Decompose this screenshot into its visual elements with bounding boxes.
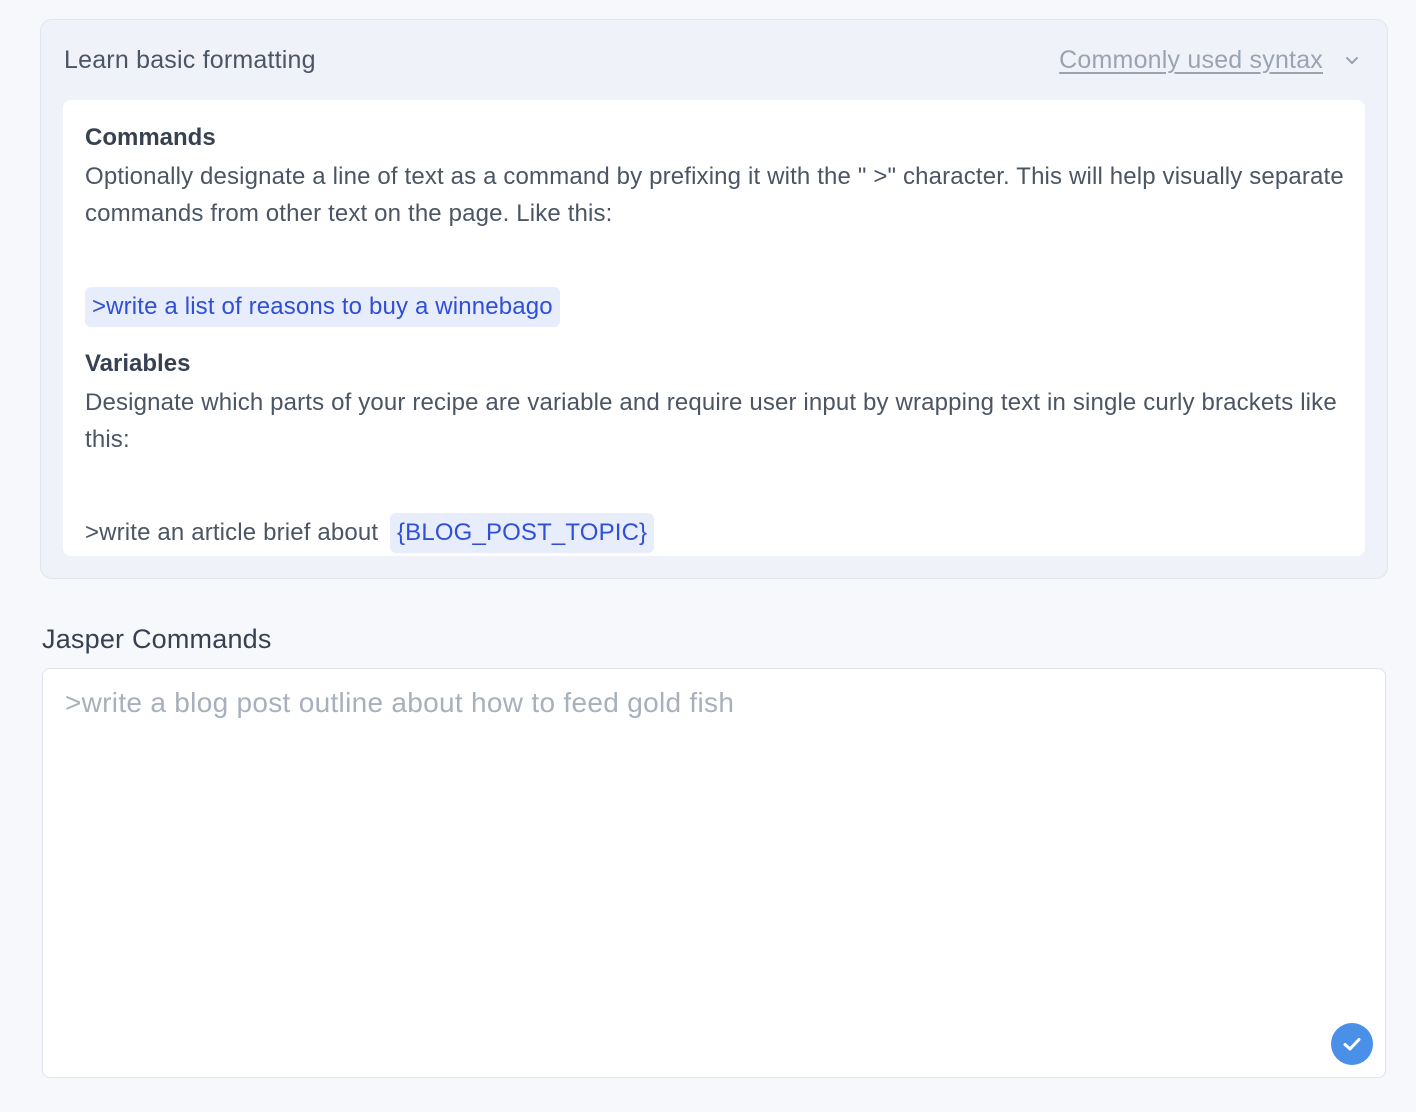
- jasper-commands-input[interactable]: [43, 669, 1385, 1077]
- variables-heading: Variables: [85, 350, 191, 377]
- formatting-panel-title: Learn basic formatting: [64, 46, 316, 74]
- formatting-help-panel: Learn basic formatting Commonly used syn…: [40, 19, 1388, 579]
- commonly-used-syntax-link[interactable]: Commonly used syntax: [1059, 46, 1323, 75]
- variable-example-chip: {BLOG_POST_TOPIC}: [390, 513, 655, 553]
- commands-heading: Commands: [85, 124, 216, 151]
- jasper-commands-box: [42, 668, 1386, 1078]
- variables-example-prefix: >write an article brief about: [85, 519, 379, 546]
- page: Learn basic formatting Commonly used syn…: [0, 0, 1416, 1112]
- variables-example-line: >write an article brief about {BLOG_POST…: [85, 513, 655, 553]
- variables-description: Designate which parts of your recipe are…: [85, 389, 1337, 453]
- jasper-commands-label: Jasper Commands: [42, 624, 272, 654]
- formatting-panel-header[interactable]: Learn basic formatting Commonly used syn…: [41, 20, 1387, 100]
- chevron-down-icon[interactable]: [1343, 51, 1361, 69]
- check-circle-icon[interactable]: [1331, 1023, 1373, 1065]
- checkmark-icon: [1343, 1038, 1361, 1051]
- command-example-chip: >write a list of reasons to buy a winneb…: [85, 287, 560, 327]
- commands-example-line: >write a list of reasons to buy a winneb…: [85, 287, 560, 327]
- commands-description: Optionally designate a line of text as a…: [85, 163, 1344, 227]
- formatting-panel-body: Commands Optionally designate a line of …: [63, 100, 1365, 556]
